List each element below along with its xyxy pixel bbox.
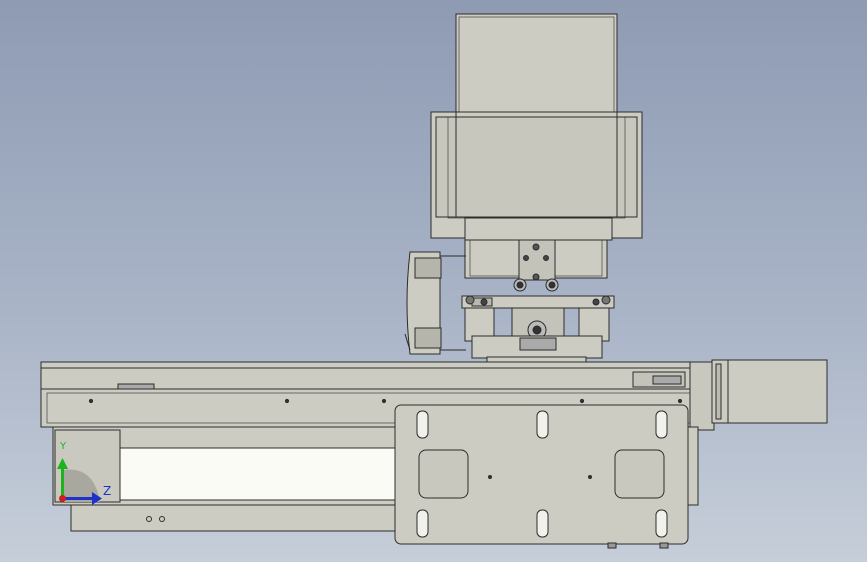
x-axis-origin (59, 495, 66, 502)
gripper-assembly (461, 295, 615, 359)
base-window-slot (117, 447, 396, 501)
assembly-drawing (40, 13, 828, 549)
gearbox-block (464, 239, 608, 292)
motor-body (430, 13, 643, 241)
cad-viewport[interactable]: Y Z (0, 0, 867, 562)
y-axis-label: Y (60, 441, 67, 452)
z-axis-label: Z (103, 484, 112, 498)
y-axis-arrow (61, 465, 64, 499)
z-axis-arrow (62, 497, 94, 500)
mounting-plate (394, 404, 689, 549)
cable-reel (404, 251, 466, 355)
drive-motor (711, 359, 828, 424)
